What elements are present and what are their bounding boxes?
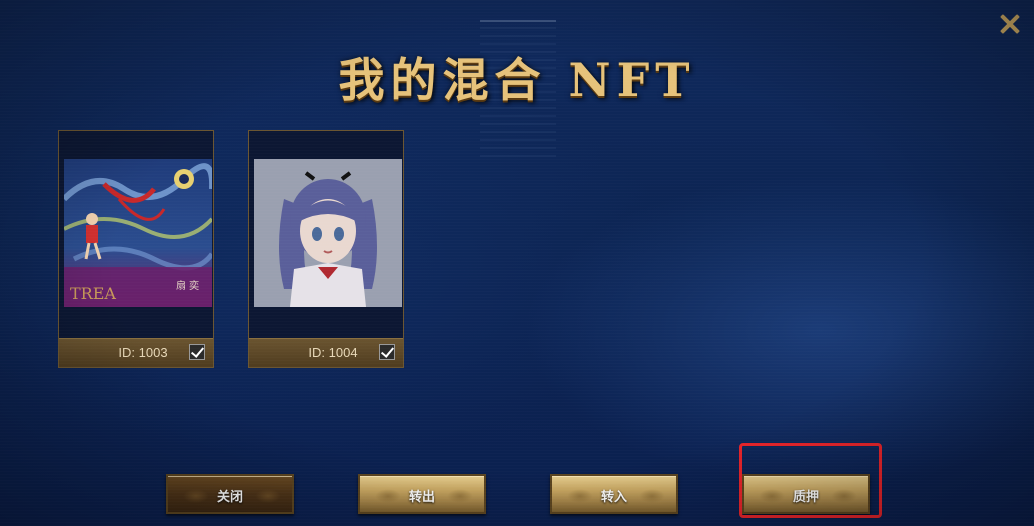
close-button[interactable]: 关闭 <box>166 474 294 514</box>
transfer-in-label: 转入 <box>600 490 627 505</box>
art-signature-text: 扇 奕 <box>176 279 199 292</box>
transfer-out-button[interactable]: 转出 <box>358 474 486 514</box>
nft-card-1003[interactable]: TREA 扇 奕 ID: 1003 <box>58 130 214 368</box>
transfer-out-label: 转出 <box>408 490 435 505</box>
mixed-nft-panel: 我的混合 NFT TREA 扇 奕 ID: 1003 ID: 1004 关闭 转… <box>0 0 1034 526</box>
page-title: 我的混合 NFT <box>338 53 696 107</box>
stake-button-label: 质押 <box>792 490 819 505</box>
nft-id-label: ID: 1003 <box>118 345 168 360</box>
select-checkbox[interactable] <box>189 344 205 360</box>
card-footer: ID: 1003 <box>59 338 213 367</box>
close-icon[interactable] <box>998 12 1022 36</box>
nft-image-1004 <box>254 159 402 307</box>
nft-id-label: ID: 1004 <box>308 345 358 360</box>
transfer-in-button[interactable]: 转入 <box>550 474 678 514</box>
art-caption-text: TREA <box>70 284 116 303</box>
card-footer: ID: 1004 <box>249 338 403 367</box>
close-button-label: 关闭 <box>216 490 243 505</box>
nft-card-1004[interactable]: ID: 1004 <box>248 130 404 368</box>
nft-image-1003: TREA 扇 奕 <box>64 159 212 307</box>
stake-button[interactable]: 质押 <box>742 474 870 514</box>
select-checkbox[interactable] <box>379 344 395 360</box>
